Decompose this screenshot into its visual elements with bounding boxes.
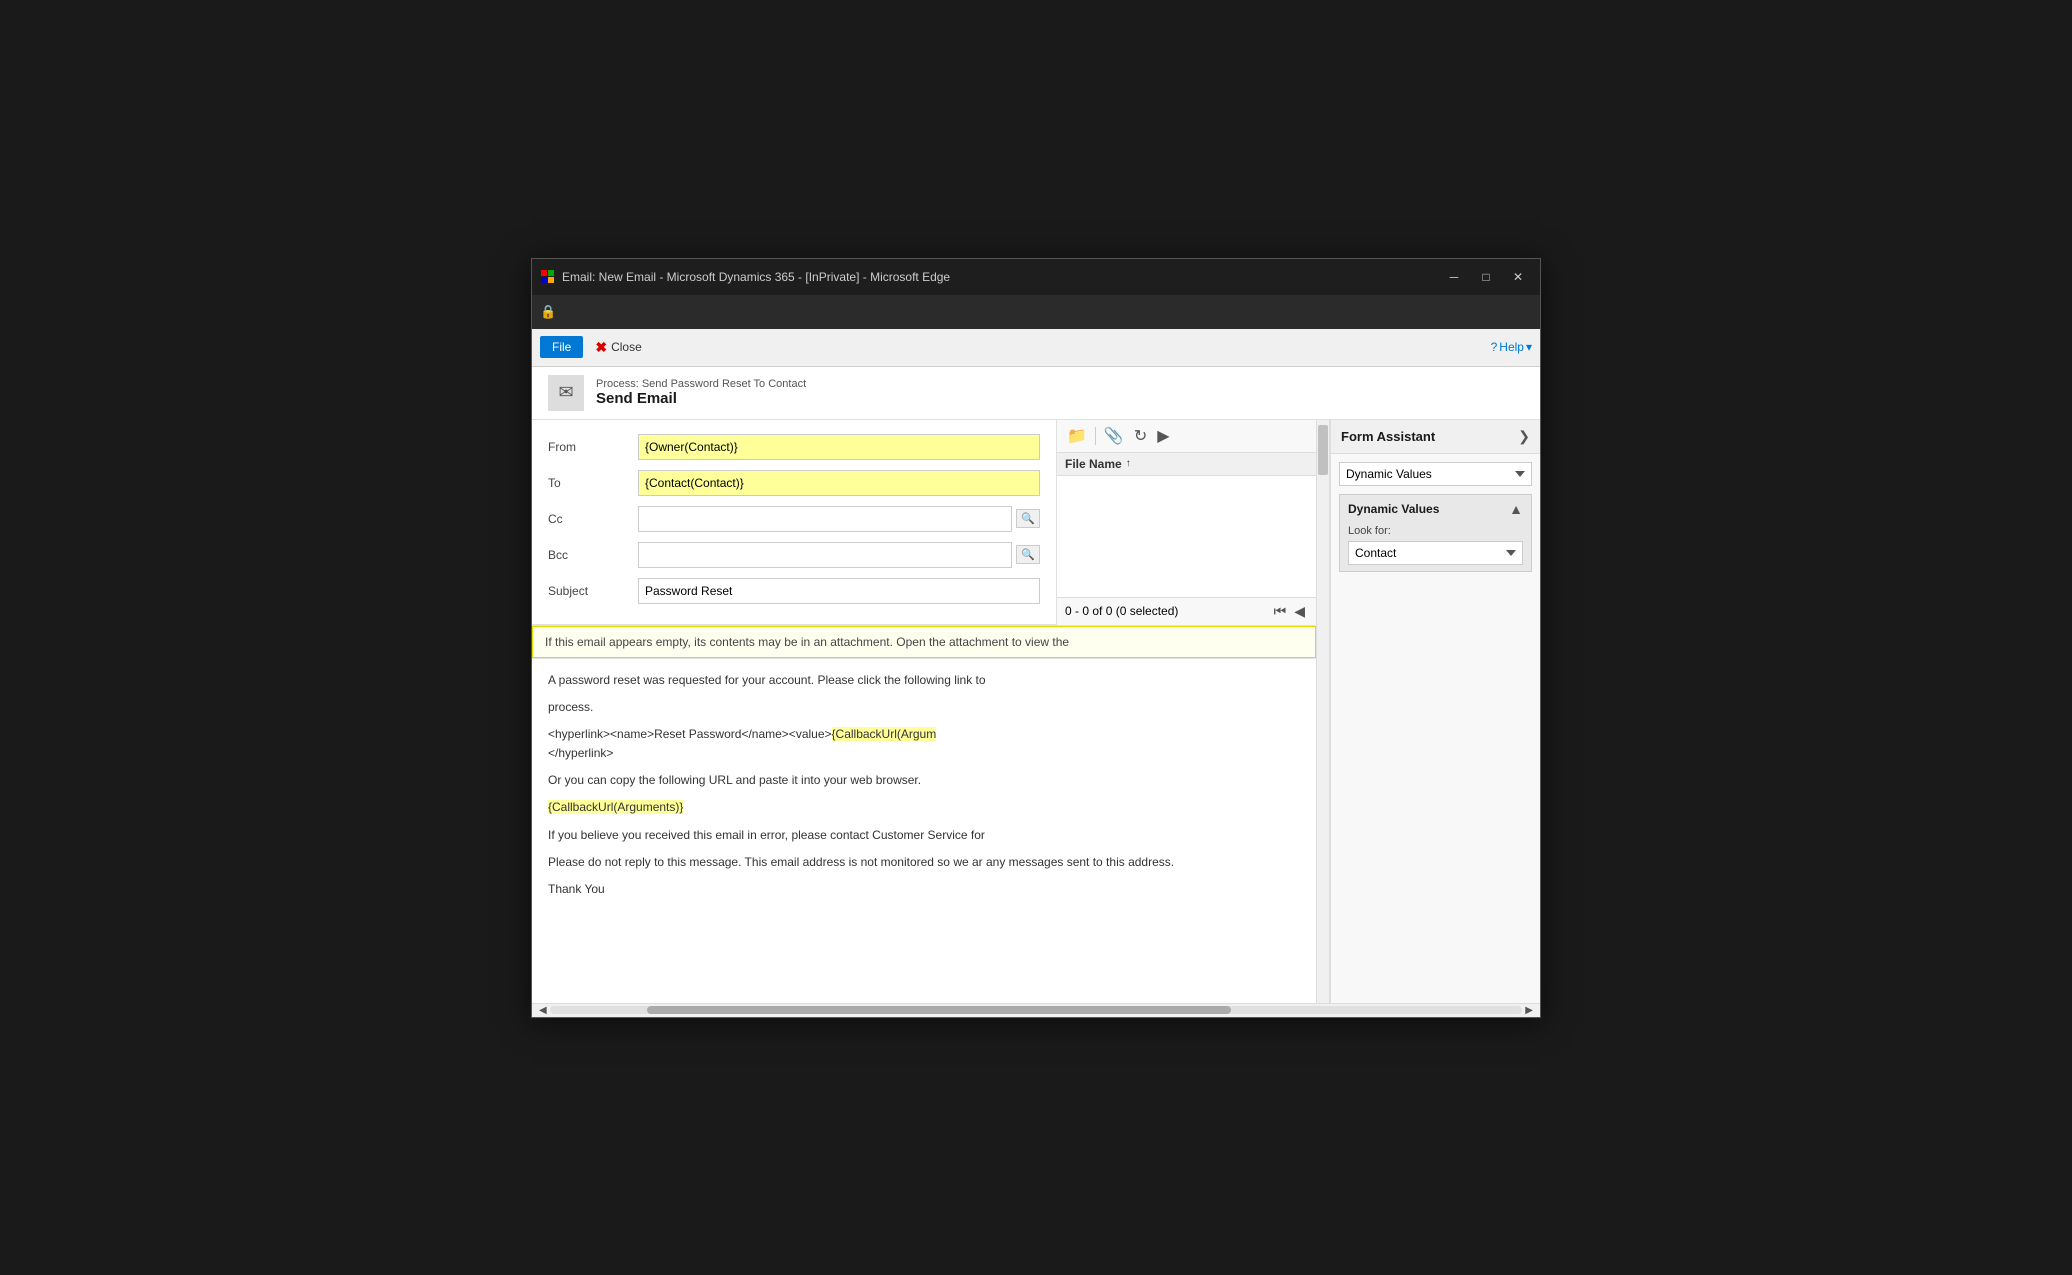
play-button[interactable]: ▶ [1155, 424, 1171, 448]
cc-search-button[interactable]: 🔍 [1016, 509, 1040, 528]
callback-url-highlight-2: {CallbackUrl(Arguments)} [548, 800, 683, 814]
scroll-left-arrow[interactable]: ◀ [536, 1005, 550, 1016]
process-text: Process: Send Password Reset To Contact [596, 378, 806, 390]
look-for-label: Look for: [1348, 525, 1523, 537]
window-title: Email: New Email - Microsoft Dynamics 36… [562, 270, 1440, 284]
file-button[interactable]: File [540, 336, 583, 358]
file-manager-button[interactable]: 📁 [1065, 424, 1089, 448]
email-para-3: If you believe you received this email i… [548, 826, 1300, 845]
close-command-button[interactable]: ✖ Close [587, 335, 649, 360]
browser-icon [540, 269, 556, 285]
window-close-button[interactable]: ✕ [1504, 266, 1532, 288]
callback-url-highlight-1: {CallbackUrl(Argum [832, 727, 937, 741]
vertical-scrollbar[interactable] [1316, 420, 1330, 1003]
from-input[interactable] [638, 434, 1040, 460]
help-chevron-icon: ▾ [1526, 340, 1532, 354]
email-para-4: Please do not reply to this message. Thi… [548, 853, 1300, 872]
prev-page-button[interactable]: ◀ [1291, 602, 1308, 621]
cc-input-wrapper: 🔍 [638, 506, 1040, 532]
subject-label: Subject [548, 584, 638, 598]
lock-icon: 🔒 [540, 304, 556, 320]
attachment-content [1057, 476, 1316, 597]
main-area: From To Cc [532, 420, 1540, 1003]
command-bar: File ✖ Close ? Help ▾ [532, 329, 1540, 367]
help-label: Help [1499, 340, 1524, 354]
dv-title: Dynamic Values [1348, 502, 1439, 516]
form-attach-split: From To Cc [532, 420, 1316, 626]
email-icon: ✉ [548, 375, 584, 411]
subject-input[interactable] [638, 578, 1040, 604]
cc-input[interactable] [638, 506, 1012, 532]
page-title: Send Email [596, 390, 806, 407]
email-para-5: Thank You [548, 880, 1300, 899]
form-panel: From To Cc [532, 420, 1316, 1003]
app-content: File ✖ Close ? Help ▾ ✉ Process: Send Pa… [532, 329, 1540, 1017]
panel-header: Form Assistant ❯ [1331, 420, 1540, 454]
dynamic-values-section: Dynamic Values ▲ Look for: Contact [1339, 494, 1532, 572]
toolbar-separator-1 [1095, 427, 1096, 445]
email-para-1: A password reset was requested for your … [548, 671, 1300, 690]
close-label: Close [611, 340, 642, 354]
from-label: From [548, 440, 638, 454]
attach-button[interactable]: 📎 [1102, 424, 1126, 448]
scroll-right-arrow[interactable]: ▶ [1522, 1005, 1536, 1016]
warning-bar: If this email appears empty, its content… [532, 626, 1316, 658]
first-page-button[interactable]: ⏮ [1271, 602, 1290, 621]
vertical-scroll-thumb[interactable] [1318, 425, 1328, 475]
attachment-section: 📁 📎 ↻ ▶ File Name ↑ 0 - 0 of 0 (0 [1056, 420, 1316, 625]
bcc-search-button[interactable]: 🔍 [1016, 545, 1040, 564]
form-fields: From To Cc [532, 420, 1056, 625]
dynamic-values-dropdown[interactable]: Dynamic Values [1339, 462, 1532, 486]
bcc-input[interactable] [638, 542, 1012, 568]
help-question-icon: ? [1491, 340, 1498, 354]
attachment-table-header: File Name ↑ [1057, 453, 1316, 476]
bcc-row: Bcc 🔍 [548, 540, 1040, 570]
title-bar: Email: New Email - Microsoft Dynamics 36… [532, 259, 1540, 295]
bottom-scrollbar-area[interactable]: ◀ ▶ [532, 1003, 1540, 1017]
dv-header: Dynamic Values ▲ [1348, 501, 1523, 517]
horizontal-scroll-track[interactable] [550, 1006, 1523, 1014]
panel-expand-arrow[interactable]: ❯ [1518, 428, 1530, 445]
from-row: From [548, 432, 1040, 462]
form-section: From To Cc [532, 420, 1056, 625]
close-x-icon: ✖ [595, 339, 607, 356]
email-para-callback: {CallbackUrl(Arguments)} [548, 798, 1300, 817]
header-text: Process: Send Password Reset To Contact … [596, 378, 806, 407]
help-button[interactable]: ? Help ▾ [1491, 340, 1532, 354]
page-header: ✉ Process: Send Password Reset To Contac… [532, 367, 1540, 420]
maximize-button[interactable]: □ [1472, 266, 1500, 288]
pagination-text: 0 - 0 of 0 (0 selected) [1065, 604, 1178, 618]
panel-title: Form Assistant [1341, 429, 1435, 444]
email-para-hyperlink: <hyperlink><name>Reset Password</name><v… [548, 725, 1300, 763]
panel-body: Dynamic Values Dynamic Values ▲ Look for… [1331, 454, 1540, 1003]
minimize-button[interactable]: ─ [1440, 266, 1468, 288]
email-para-1b: process. [548, 698, 1300, 717]
horizontal-scroll-thumb[interactable] [647, 1006, 1231, 1014]
right-panel: Form Assistant ❯ Dynamic Values Dynamic … [1330, 420, 1540, 1003]
window-controls[interactable]: ─ □ ✕ [1440, 266, 1532, 288]
bcc-label: Bcc [548, 548, 638, 562]
refresh-button[interactable]: ↻ [1132, 424, 1149, 448]
file-name-label: File Name [1065, 457, 1122, 471]
look-for-dropdown[interactable]: Contact [1348, 541, 1523, 565]
to-row: To [548, 468, 1040, 498]
email-body[interactable]: A password reset was requested for your … [532, 658, 1316, 1003]
to-input[interactable] [638, 470, 1040, 496]
email-para-2: Or you can copy the following URL and pa… [548, 771, 1300, 790]
sort-arrow-icon: ↑ [1126, 458, 1131, 469]
attachment-pagination: 0 - 0 of 0 (0 selected) ⏮ ◀ [1057, 597, 1316, 625]
cc-label: Cc [548, 512, 638, 526]
warning-text: If this email appears empty, its content… [545, 635, 1069, 649]
address-bar: 🔒 [532, 295, 1540, 329]
dv-collapse-icon[interactable]: ▲ [1509, 501, 1523, 517]
bcc-input-wrapper: 🔍 [638, 542, 1040, 568]
cc-row: Cc 🔍 [548, 504, 1040, 534]
subject-row: Subject [548, 576, 1040, 606]
attachment-toolbar: 📁 📎 ↻ ▶ [1057, 420, 1316, 453]
to-label: To [548, 476, 638, 490]
page-nav[interactable]: ⏮ ◀ [1271, 602, 1308, 621]
